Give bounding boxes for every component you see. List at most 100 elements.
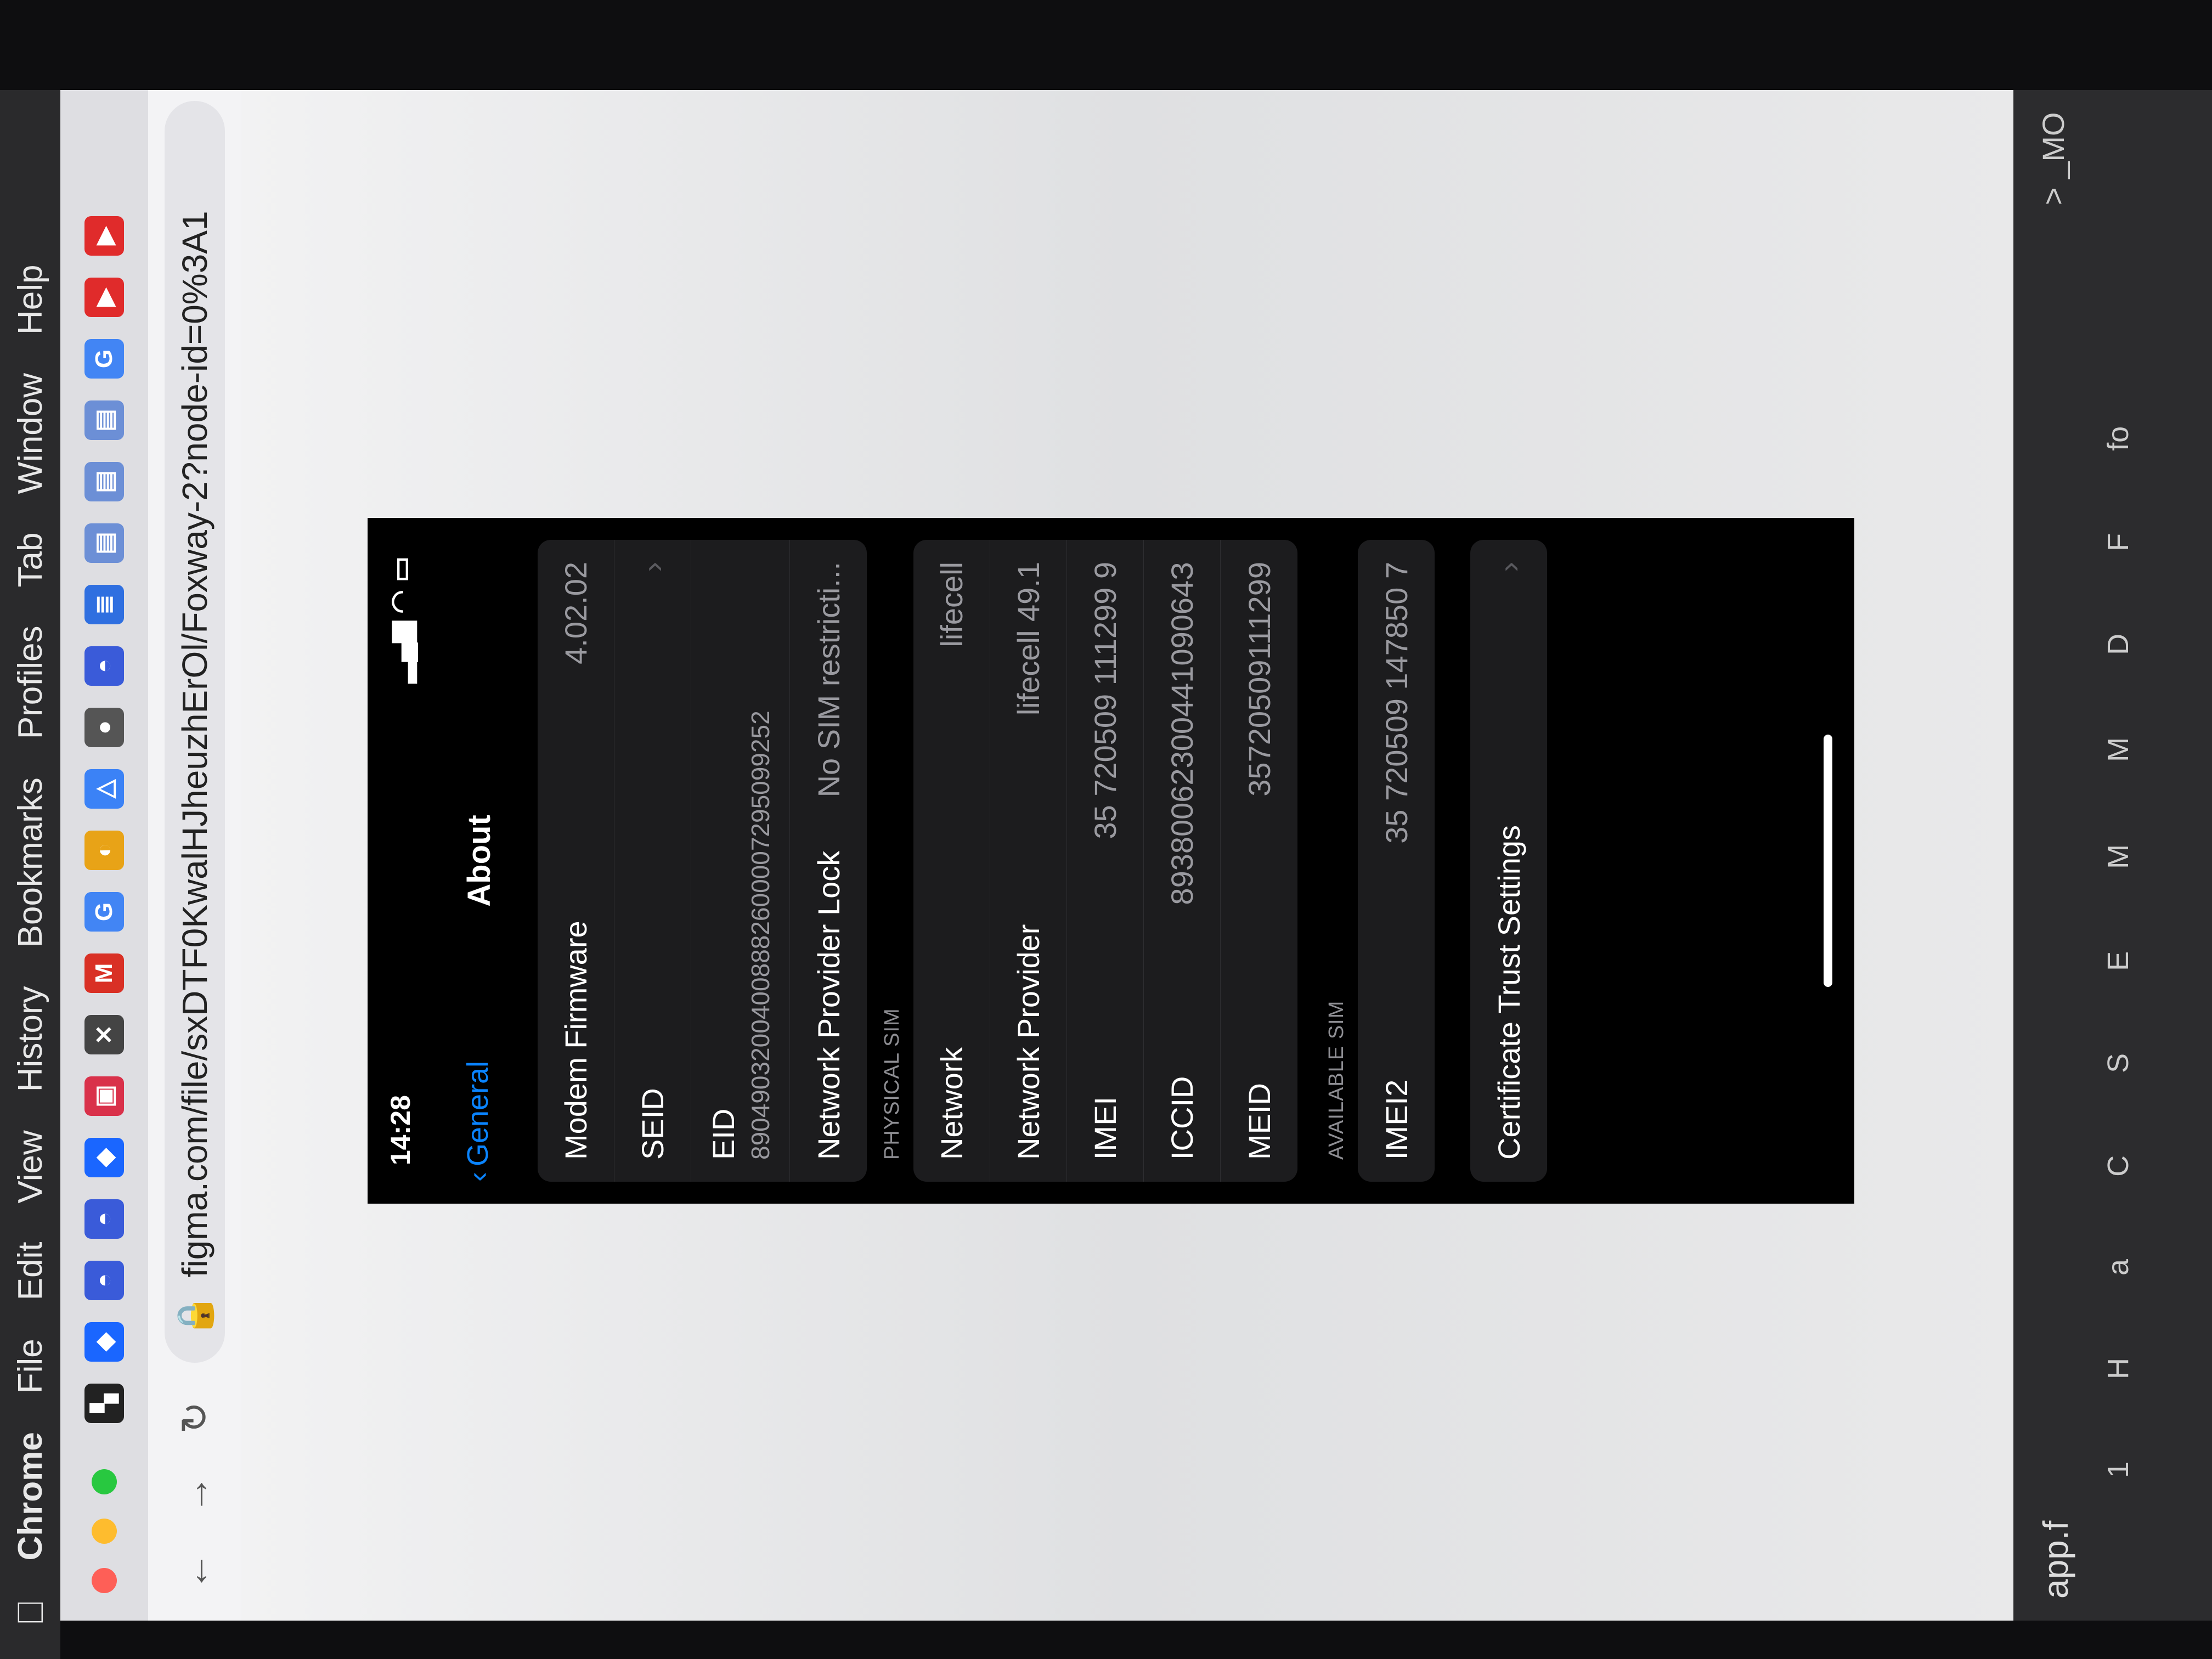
layer-item[interactable]: S: [2101, 1053, 2135, 1073]
status-icons: ▂▄▆ ◠ ▭: [385, 556, 416, 683]
row-value: lifecell: [934, 562, 969, 647]
menu-app-name[interactable]: Chrome: [11, 1432, 50, 1560]
row-network: Network lifecell: [913, 540, 990, 1182]
page-title: About: [461, 815, 497, 907]
reload-icon[interactable]: ↻: [172, 1396, 217, 1440]
youtube-icon[interactable]: ▶: [84, 216, 124, 256]
doc-icon[interactable]: ▤: [84, 400, 124, 440]
nav-bar: ‹ General About: [439, 518, 516, 1204]
tab-strip: ▚ ◆ ◓ ◓ ◆ ▣ ✕ M G ◐ △ ● ◓ ≣ ▤ ▤ ▤ G ▶ ▶: [60, 90, 148, 1621]
screen:  Chrome File Edit View History Bookmark…: [0, 0, 2212, 1659]
menu-tab[interactable]: Tab: [11, 533, 50, 588]
chevron-right-icon: ›: [635, 562, 670, 572]
close-window-button[interactable]: [92, 1568, 117, 1593]
menu-view[interactable]: View: [11, 1130, 50, 1203]
slack-icon[interactable]: ◐: [84, 831, 124, 870]
row-label: ICCID: [1165, 1076, 1199, 1160]
row-value: 4.02.02: [558, 562, 593, 664]
github-icon[interactable]: ◓: [84, 646, 124, 686]
battery-icon: ▭: [385, 556, 416, 583]
apple-menu-icon[interactable]: : [9, 1599, 51, 1627]
address-bar[interactable]: 🔒 figma.com/file/sxDTF0KwalHJheuzhErOl/F…: [165, 101, 225, 1363]
row-label: Modem Firmware: [558, 921, 593, 1160]
doc-icon[interactable]: ▤: [84, 523, 124, 563]
layer-item[interactable]: M: [2101, 737, 2135, 762]
row-iccid: ICCID 8938006230044109064З: [1144, 540, 1221, 1182]
settings-group-certificates: Certificate Trust Settings ›: [1470, 540, 1547, 1182]
figma-canvas[interactable]: 14:28 ▂▄▆ ◠ ▭ ‹ General About Modem Firm…: [241, 90, 2013, 1621]
layer-item[interactable]: fo: [2101, 426, 2135, 451]
row-eid: EID 89049032004008882600007295099252: [691, 540, 790, 1182]
iphone-screenshot: 14:28 ▂▄▆ ◠ ▭ ‹ General About Modem Firm…: [368, 518, 1854, 1204]
row-label: Network: [934, 1047, 969, 1160]
toolbar: ← → ↻ 🔒 figma.com/file/sxDTF0KwalHJheuzh…: [148, 90, 241, 1621]
diamond-icon[interactable]: ◆: [84, 1138, 124, 1177]
row-label: MEID: [1242, 1083, 1277, 1160]
layer-item[interactable]: E: [2101, 951, 2135, 971]
diamond-icon[interactable]: ◆: [84, 1322, 124, 1362]
menu-file[interactable]: File: [11, 1339, 50, 1393]
wifi-icon: ◠: [385, 590, 416, 614]
signal-icon: ▂▄▆: [385, 621, 416, 684]
github-icon[interactable]: ◓: [84, 1199, 124, 1239]
menu-help[interactable]: Help: [11, 264, 50, 335]
row-meid: MEID 35720509111299: [1221, 540, 1297, 1182]
layer-item[interactable]: 1: [2101, 1462, 2135, 1478]
url-fragment: app.f: [2036, 1520, 2075, 1599]
row-value: 35720509111299: [1242, 562, 1277, 797]
row-label: SEID: [635, 1088, 670, 1160]
row-seid[interactable]: SEID ›: [614, 540, 691, 1182]
layer-item[interactable]: a: [2101, 1259, 2135, 1276]
menu-edit[interactable]: Edit: [11, 1242, 50, 1300]
layer-item[interactable]: C: [2101, 1155, 2135, 1177]
apple-icon[interactable]: ●: [84, 708, 124, 747]
minimize-window-button[interactable]: [92, 1519, 117, 1544]
settings-group-available-sim: IMEI2 35 720509 147850 7: [1358, 540, 1435, 1182]
drive-icon[interactable]: △: [84, 769, 124, 809]
row-value: No SIM restricti...: [811, 562, 846, 798]
doc-icon[interactable]: ▤: [84, 462, 124, 501]
gmail-icon[interactable]: M: [84, 953, 124, 993]
chevron-right-icon: ›: [1491, 562, 1526, 572]
trello-icon[interactable]: ▣: [84, 1076, 124, 1116]
row-certificate-trust-settings[interactable]: Certificate Trust Settings ›: [1470, 540, 1547, 1182]
row-imei2: IMEI2 35 720509 147850 7: [1358, 540, 1435, 1182]
google-icon[interactable]: G: [84, 892, 124, 932]
close-icon[interactable]: ✕: [84, 1015, 124, 1054]
row-value: 89049032004008882600007295099252: [746, 710, 775, 1160]
row-network-provider: Network Provider lifecell 49.1: [990, 540, 1067, 1182]
layer-item[interactable]: D: [2101, 634, 2135, 655]
row-value: 35 720509 111299 9: [1088, 562, 1122, 839]
menu-profiles[interactable]: Profiles: [11, 625, 50, 739]
zoom-window-button[interactable]: [92, 1469, 117, 1494]
docs-icon[interactable]: ≣: [84, 585, 124, 624]
row-label: EID: [706, 1108, 741, 1160]
row-value: 35 720509 147850 7: [1379, 562, 1414, 844]
layer-item[interactable]: H: [2101, 1358, 2135, 1379]
lock-icon: 🔒: [174, 1294, 215, 1338]
row-modem-firmware: Modem Firmware 4.02.02: [538, 540, 614, 1182]
menu-bookmarks[interactable]: Bookmarks: [11, 777, 50, 947]
status-bar: 14:28 ▂▄▆ ◠ ▭: [368, 518, 433, 1204]
github-icon[interactable]: ◓: [84, 1261, 124, 1300]
row-value: lifecell 49.1: [1011, 562, 1046, 716]
row-label: Network Provider: [1011, 924, 1046, 1160]
back-arrow-icon[interactable]: ←: [173, 1549, 217, 1593]
menu-history[interactable]: History: [11, 986, 50, 1092]
youtube-icon[interactable]: ▶: [84, 278, 124, 317]
mac-menubar:  Chrome File Edit View History Bookmark…: [0, 90, 60, 1659]
row-label: IMEI2: [1379, 1079, 1414, 1160]
forward-arrow-icon[interactable]: →: [173, 1472, 217, 1516]
menu-window[interactable]: Window: [11, 373, 50, 494]
figma-icon[interactable]: ▚: [84, 1384, 124, 1423]
settings-group-physical-sim: Network lifecell Network Provider lifece…: [913, 540, 1297, 1182]
row-label: Certificate Trust Settings: [1491, 825, 1526, 1160]
google-icon[interactable]: G: [84, 339, 124, 379]
figma-bottom-label: > _MO: [2036, 112, 2070, 205]
layer-item[interactable]: M: [2101, 844, 2135, 869]
layer-item[interactable]: F: [2101, 533, 2135, 551]
settings-group-firmware: Modem Firmware 4.02.02 SEID › EID 890490…: [538, 540, 867, 1182]
row-label: IMEI: [1088, 1096, 1122, 1160]
row-label: Network Provider Lock: [811, 850, 846, 1160]
status-time: 14:28: [385, 1095, 416, 1165]
